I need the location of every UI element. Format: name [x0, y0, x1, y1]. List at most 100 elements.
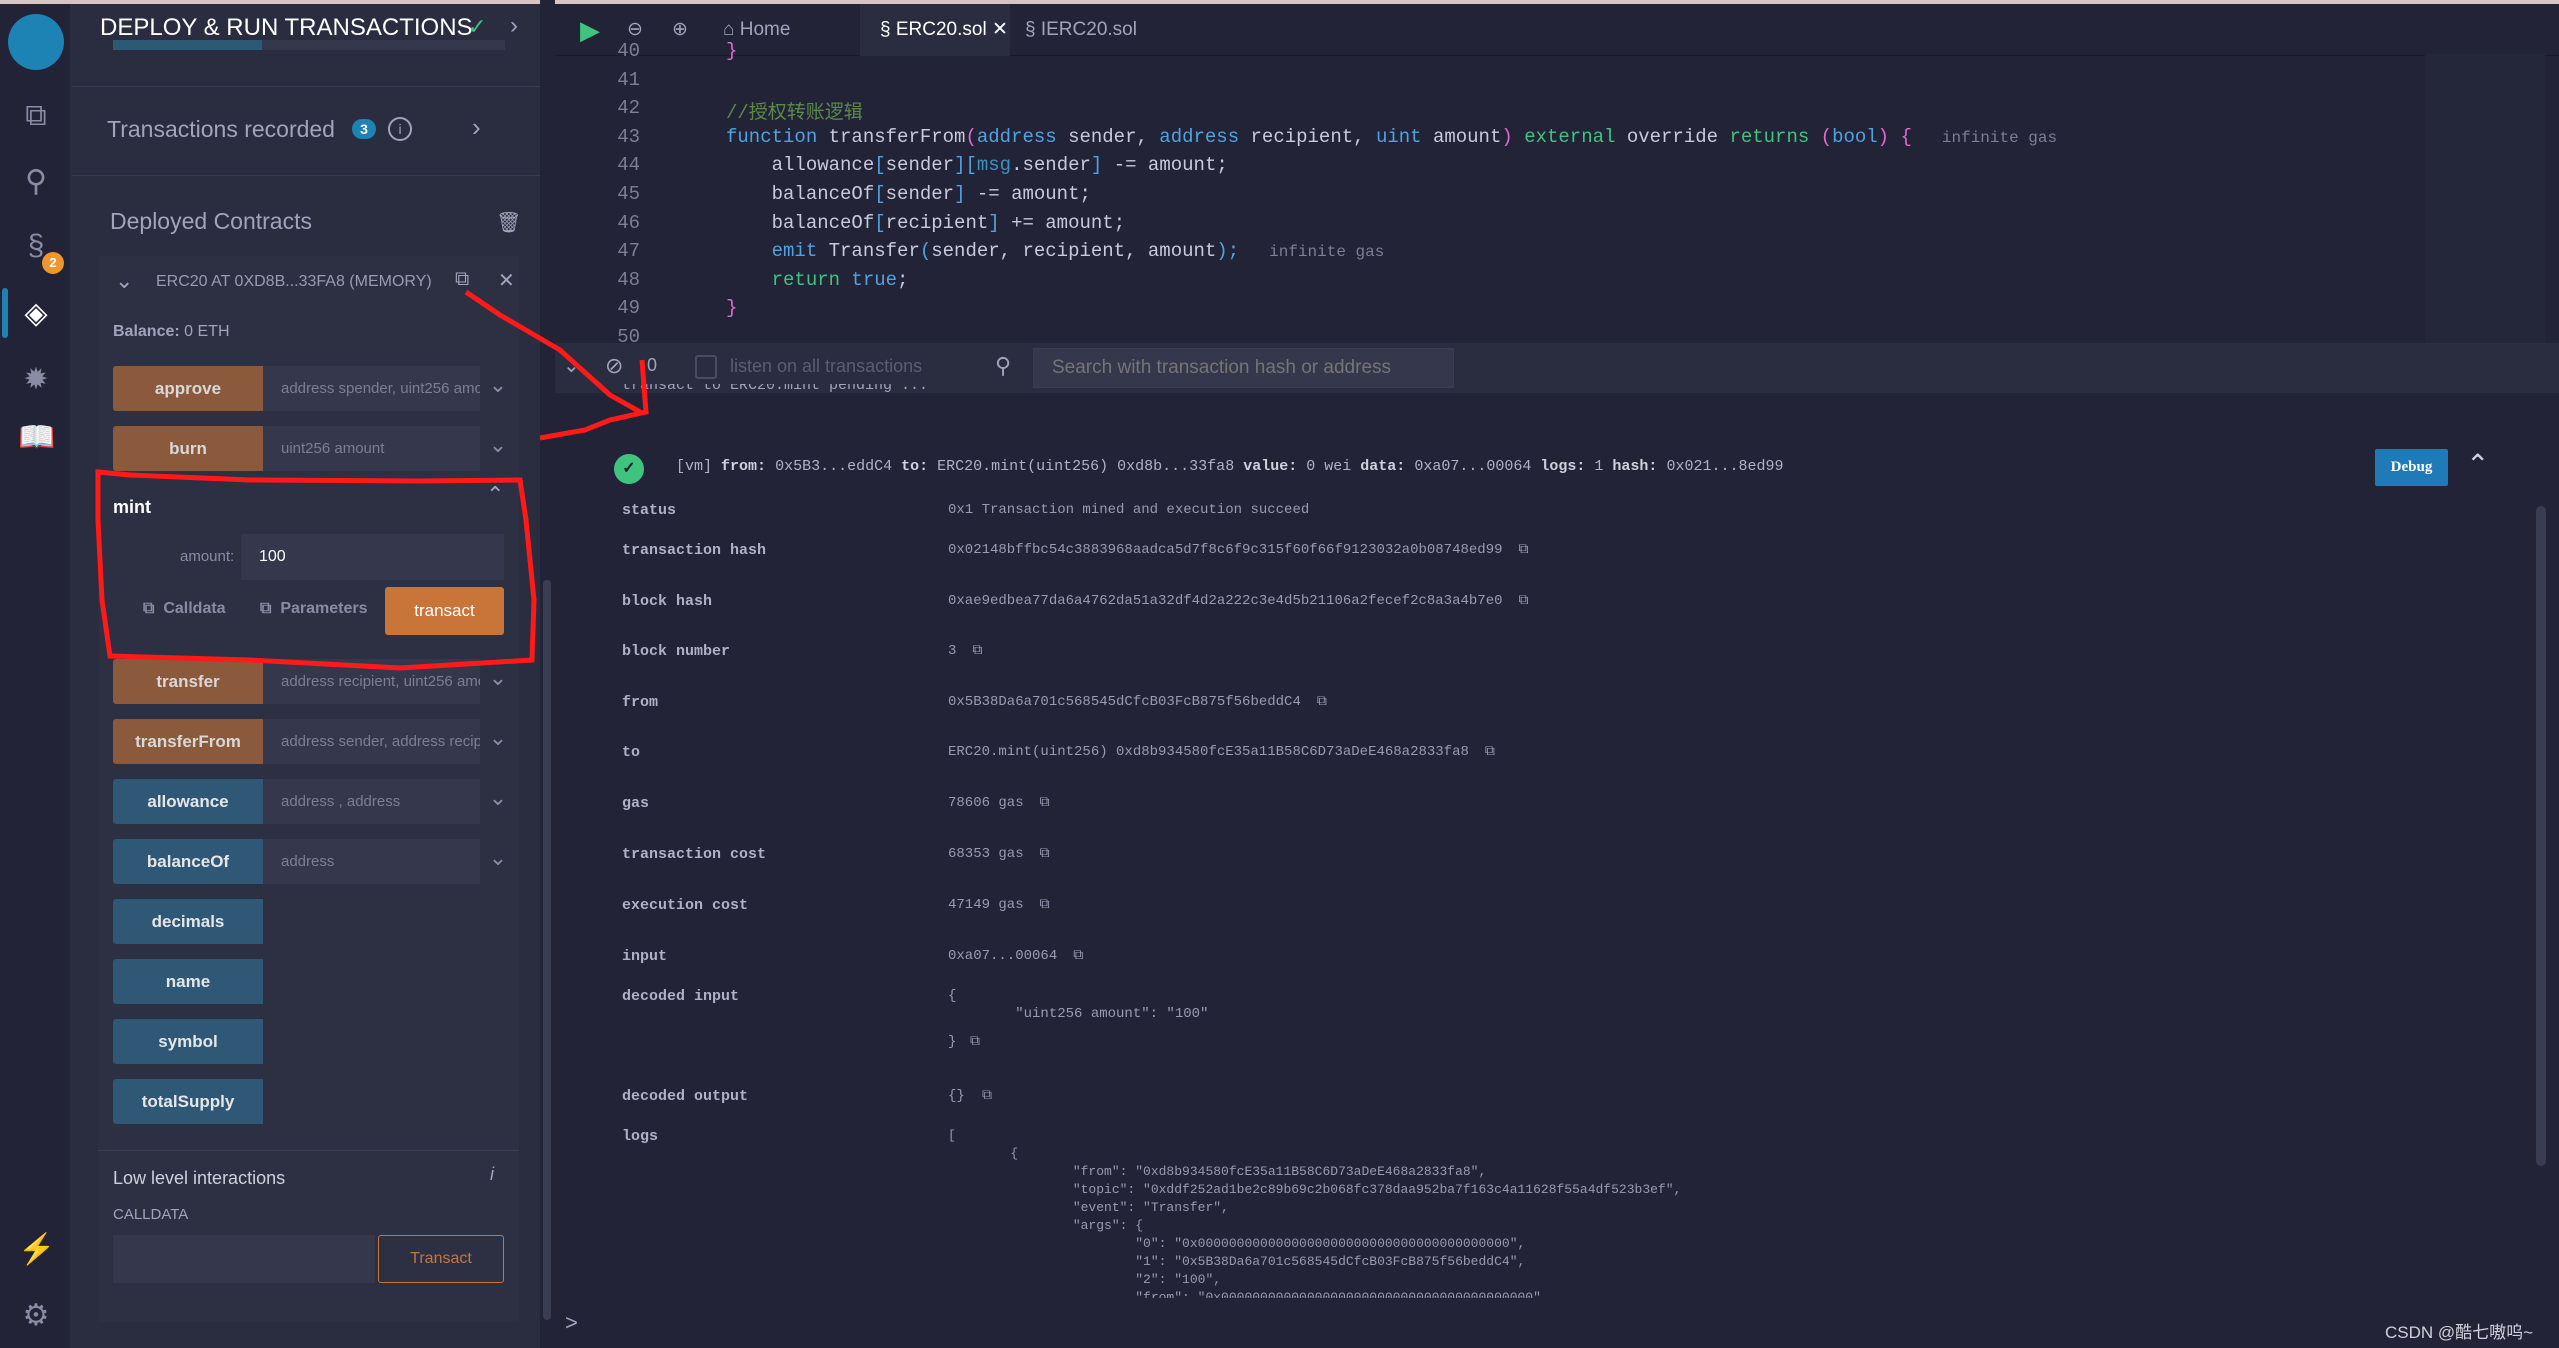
tab-ierc20[interactable]: § IERC20.sol: [1025, 4, 1137, 56]
copy-icon[interactable]: ⧉: [1485, 744, 1495, 760]
copy-icon[interactable]: ⧉: [1317, 694, 1327, 710]
copy-icon[interactable]: ⧉: [1040, 795, 1050, 811]
chevron-right-icon[interactable]: ›: [472, 112, 481, 143]
function-button-transferFrom[interactable]: transferFrom: [113, 719, 263, 764]
copy-icon[interactable]: ⧉: [972, 643, 982, 659]
code-line[interactable]: //授权转账逻辑: [726, 97, 863, 124]
terminal-scrollbar[interactable]: [2536, 506, 2546, 1166]
code-line[interactable]: }: [726, 297, 737, 319]
code-token: amount: [1432, 125, 1502, 148]
chevron-down-icon[interactable]: ⌄: [486, 785, 510, 811]
code-line[interactable]: emit Transfer(sender, recipient, amount)…: [726, 240, 1385, 262]
detail-key: from: [622, 694, 659, 711]
chevron-down-icon[interactable]: ⌄: [486, 845, 510, 871]
divider: [72, 86, 540, 87]
transact-button[interactable]: transact: [385, 587, 504, 635]
copy-icon[interactable]: ⧉: [1519, 542, 1529, 558]
summary-part: [vm]: [676, 458, 713, 475]
info-icon[interactable]: i: [490, 1164, 494, 1185]
close-tab-icon[interactable]: ✕: [992, 19, 1008, 40]
function-params-input[interactable]: address recipient, uint256 amount: [263, 659, 480, 704]
chevron-down-icon[interactable]: ⌄: [486, 665, 510, 691]
clear-icon[interactable]: ⊘: [605, 353, 623, 379]
function-button-transfer[interactable]: transfer: [113, 659, 263, 704]
close-icon[interactable]: ✕: [498, 268, 515, 293]
debug-button[interactable]: Debug: [2375, 449, 2448, 486]
listen-checkbox[interactable]: [695, 355, 717, 379]
function-button-totalSupply[interactable]: totalSupply: [113, 1079, 263, 1124]
function-params-input[interactable]: address: [263, 839, 480, 884]
code-token: [: [874, 183, 886, 205]
function-params-input[interactable]: uint256 amount: [263, 426, 480, 471]
panel-scrollbar[interactable]: [540, 0, 555, 1348]
summary-part: data:: [1360, 458, 1406, 475]
deploy-run-icon[interactable]: ◈: [18, 296, 54, 332]
chevron-down-icon[interactable]: ⌄: [486, 725, 510, 751]
code-token: ][: [954, 154, 977, 177]
minimap[interactable]: [2425, 54, 2545, 343]
plugin-manager-icon[interactable]: ⚡: [18, 1232, 55, 1268]
copy-icon[interactable]: ⧉: [1073, 948, 1083, 964]
code-line[interactable]: allowance[sender][msg.sender] -= amount;: [726, 154, 1228, 176]
copy-icon[interactable]: ⧉: [1040, 846, 1050, 862]
copy-icon[interactable]: ⧉: [970, 1034, 980, 1050]
function-button-burn[interactable]: burn: [113, 426, 263, 471]
function-params-input[interactable]: address spender, uint256 amount: [263, 366, 480, 411]
terminal-prompt[interactable]: >: [565, 1310, 578, 1336]
zoom-in-icon[interactable]: ⊕: [672, 4, 688, 56]
copy-icon[interactable]: ⧉: [1519, 593, 1529, 609]
code-line[interactable]: return true;: [726, 269, 909, 291]
function-button-name[interactable]: name: [113, 959, 263, 1004]
tx-summary[interactable]: [vm] from: 0x5B3...eddC4 to: ERC20.mint(…: [676, 458, 1793, 475]
function-button-allowance[interactable]: allowance: [113, 779, 263, 824]
gas-estimate: infinite gas: [1941, 128, 2058, 147]
chevron-down-icon[interactable]: ⌄: [486, 432, 510, 458]
calldata-input[interactable]: [113, 1235, 375, 1283]
debugger-icon[interactable]: ✹: [18, 362, 54, 398]
summary-part: to:: [901, 458, 929, 475]
tab-erc20[interactable]: § ERC20.sol ✕: [860, 4, 1010, 56]
chevron-down-icon[interactable]: ⌄: [486, 372, 510, 398]
function-button-symbol[interactable]: symbol: [113, 1019, 263, 1064]
chevron-up-icon[interactable]: ⌃: [486, 482, 504, 508]
remix-logo-icon[interactable]: [8, 14, 64, 70]
chevron-down-icon[interactable]: ⌄: [115, 268, 133, 294]
copy-icon[interactable]: ⧉: [982, 1088, 992, 1104]
scroll-hint-bar: [113, 40, 505, 50]
calldata-copy-button[interactable]: ⧉ Calldata: [143, 600, 226, 618]
code-line[interactable]: balanceOf[recipient] += amount;: [726, 212, 1126, 234]
amount-input[interactable]: [241, 534, 504, 580]
trash-icon[interactable]: 🗑: [496, 210, 521, 235]
copy-icon[interactable]: ⧉: [1040, 897, 1050, 913]
detail-value: ERC20.mint(uint256) 0xd8b934580fcE35a11B…: [948, 744, 1495, 760]
copy-icon[interactable]: ⧉: [455, 268, 469, 291]
info-icon[interactable]: i: [388, 117, 412, 141]
code-line[interactable]: balanceOf[sender] -= amount;: [726, 183, 1091, 205]
function-button-decimals[interactable]: decimals: [113, 899, 263, 944]
code-line[interactable]: function transferFrom(address sender, ad…: [726, 126, 2057, 148]
settings-icon[interactable]: ⚙: [18, 1298, 54, 1334]
low-level-transact-button[interactable]: Transact: [378, 1235, 504, 1283]
function-params-input[interactable]: address sender, address recipient, uint2…: [263, 719, 480, 764]
parameters-label: Parameters: [280, 600, 368, 617]
code-token: address: [976, 125, 1069, 148]
detail-key: execution cost: [622, 897, 749, 914]
code-line[interactable]: }: [726, 40, 737, 62]
detail-key: to: [622, 744, 641, 761]
code-token: sender: [885, 154, 955, 177]
function-button-approve[interactable]: approve: [113, 366, 263, 411]
transactions-recorded-label[interactable]: Transactions recorded: [107, 116, 335, 143]
chevron-down-icon[interactable]: ⌄: [563, 353, 580, 378]
function-button-balanceOf[interactable]: balanceOf: [113, 839, 263, 884]
detail-key: logs: [622, 1128, 659, 1145]
function-params-input[interactable]: address , address: [263, 779, 480, 824]
chevron-up-icon[interactable]: ⌃: [2466, 448, 2489, 481]
parameters-copy-button[interactable]: ⧉ Parameters: [260, 600, 368, 618]
learneth-icon[interactable]: 📖: [18, 420, 55, 456]
file-explorer-icon[interactable]: ⧉: [18, 98, 54, 134]
chevron-right-icon[interactable]: ›: [510, 12, 518, 40]
search-input[interactable]: [1033, 348, 1454, 388]
search-icon[interactable]: ⚲: [18, 164, 54, 200]
summary-part: hash:: [1612, 458, 1658, 475]
low-level-title: Low level interactions: [113, 1168, 286, 1188]
